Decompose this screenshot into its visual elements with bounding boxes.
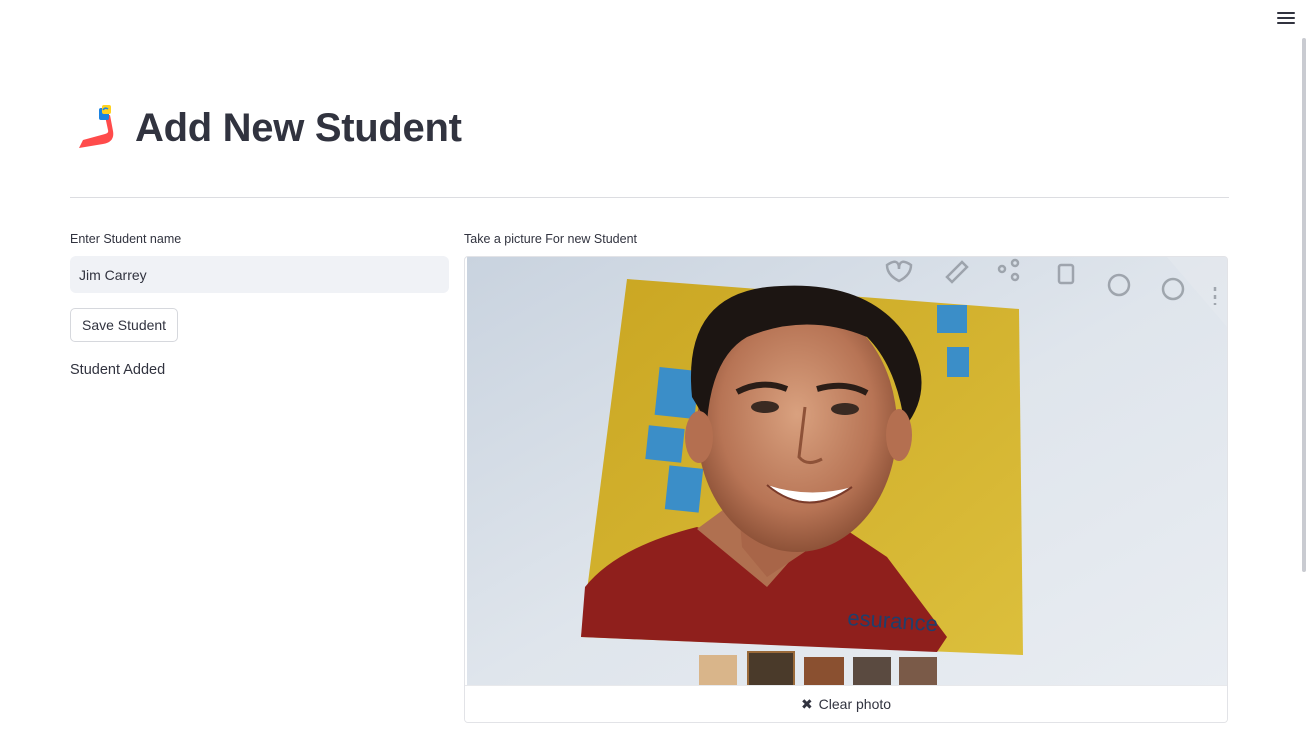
student-form: Enter Student name Jim Carrey Save Stude…	[70, 232, 449, 378]
camera-section: Take a picture For new Student esurance …	[464, 232, 1229, 723]
clear-photo-button[interactable]: ✖ Clear photo	[465, 685, 1227, 722]
app-logo-icon	[79, 105, 114, 148]
save-student-button[interactable]: Save Student	[70, 308, 179, 342]
name-field-label: Enter Student name	[70, 232, 182, 246]
status-message: Student Added	[70, 362, 166, 378]
student-name-value: Jim Carrey	[79, 266, 147, 283]
captured-photo-image: esurance	[467, 257, 1227, 687]
app-root: Add New Student Enter Student name Jim C…	[0, 0, 1309, 737]
page-title: Add New Student	[135, 105, 462, 150]
close-icon: ✖	[800, 695, 813, 712]
scrollbar[interactable]	[1302, 38, 1306, 572]
student-name-input[interactable]: Jim Carrey	[70, 256, 449, 293]
clear-photo-label: Clear photo	[818, 696, 892, 712]
page-header: Add New Student	[75, 104, 462, 152]
captured-photo: esurance	[467, 257, 1227, 687]
header-divider	[70, 197, 1229, 198]
hamburger-menu-icon[interactable]	[1277, 8, 1295, 28]
camera-input: esurance ✖ Clear photo	[464, 256, 1228, 723]
camera-label: Take a picture For new Student	[464, 232, 638, 246]
